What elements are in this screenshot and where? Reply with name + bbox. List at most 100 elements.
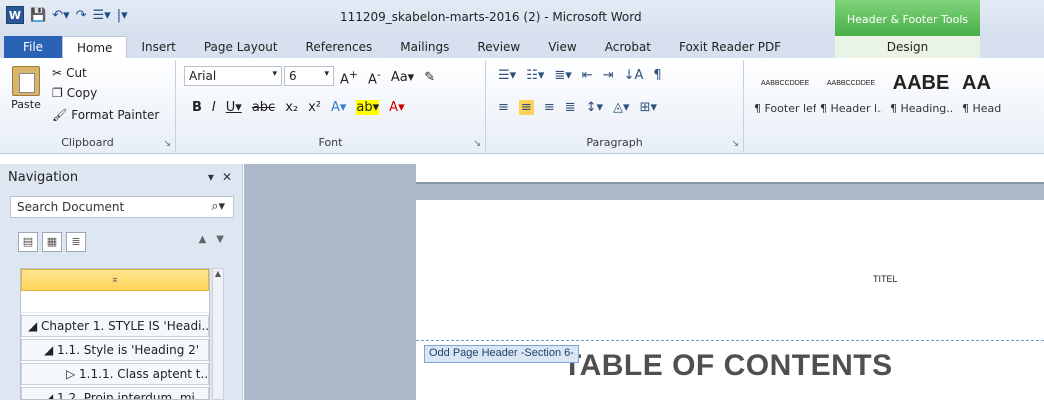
- decrease-indent-icon[interactable]: ⇤: [582, 68, 593, 83]
- superscript-icon[interactable]: x²: [308, 100, 321, 115]
- clear-format-icon[interactable]: ✎: [424, 70, 435, 85]
- redo-icon[interactable]: ↷: [76, 8, 87, 23]
- subscript-icon[interactable]: x₂: [285, 100, 298, 115]
- dialog-launcher-icon[interactable]: ↘: [163, 139, 171, 149]
- dialog-launcher-icon[interactable]: ↘: [473, 139, 481, 149]
- paste-label: Paste: [11, 98, 41, 111]
- grow-font-icon[interactable]: A+: [340, 68, 358, 87]
- increase-indent-icon[interactable]: ⇥: [603, 68, 614, 83]
- ribbon-tabs: File Home Insert Page Layout References …: [0, 36, 1044, 58]
- header-title-text[interactable]: TITEL: [873, 274, 898, 284]
- style-sample-text: AABBCCDDEE: [760, 79, 810, 87]
- format-painter-button[interactable]: 🖌 Format Painter: [52, 108, 159, 122]
- brush-icon: 🖌: [52, 108, 68, 122]
- nav-arrows: ▲ ▼: [199, 234, 224, 245]
- style-heading-2[interactable]: AA ¶ Head: [962, 64, 1044, 124]
- style-name: ¶ Heading...: [890, 102, 952, 115]
- tab-insert[interactable]: Insert: [127, 36, 189, 58]
- list-item[interactable]: ◢ 1.2. Proin interdum, mi...: [21, 387, 209, 399]
- italic-icon[interactable]: I: [212, 100, 216, 115]
- underline-icon[interactable]: U▾: [226, 100, 242, 115]
- list-item[interactable]: ▷ 1.1.1. Class aptent t...: [21, 363, 209, 385]
- undo-icon[interactable]: ↶▾: [52, 8, 69, 23]
- paste-button[interactable]: Paste: [6, 64, 46, 124]
- highlight-icon[interactable]: ab▾: [356, 100, 380, 115]
- tab-page-layout[interactable]: Page Layout: [190, 36, 292, 58]
- borders-icon[interactable]: ⊞▾: [640, 100, 657, 115]
- search-icon[interactable]: ⌕▾: [211, 199, 225, 214]
- style-sample-text: AA: [962, 71, 991, 94]
- align-right-icon[interactable]: ≡: [544, 100, 555, 115]
- style-heading[interactable]: AABE ¶ Heading...: [890, 64, 952, 124]
- previous-heading-icon[interactable]: ▲: [199, 234, 207, 245]
- next-heading-icon[interactable]: ▼: [216, 234, 224, 245]
- numbering-icon[interactable]: ☷▾: [526, 68, 544, 83]
- bold-icon[interactable]: B: [192, 100, 202, 115]
- toc-heading[interactable]: TABLE OF CONTENTS: [563, 349, 893, 383]
- navigation-title: Navigation: [8, 170, 79, 185]
- font-size-box[interactable]: 6 ▾: [284, 66, 334, 86]
- scroll-up-icon[interactable]: ▲: [213, 269, 223, 278]
- pilcrow-icon[interactable]: ¶: [653, 68, 661, 83]
- sort-icon[interactable]: ↓A: [624, 68, 644, 83]
- list-item[interactable]: ◢ Chapter 1. STYLE IS 'Headi...: [21, 315, 209, 337]
- navigation-pane: Navigation ▾ ✕ Search Document ⌕▾ ▤ ▦ ≣ …: [0, 164, 243, 400]
- customize-qat-icon[interactable]: |▾: [117, 8, 128, 23]
- search-placeholder: Search Document: [17, 200, 125, 214]
- cut-button[interactable]: ✂ Cut: [52, 66, 87, 80]
- style-sample: AABBCCDDEE: [820, 64, 882, 102]
- style-sample: AABE: [890, 64, 952, 102]
- change-case-icon[interactable]: Aa▾: [391, 70, 414, 85]
- font-name-box[interactable]: Arial ▾: [184, 66, 282, 86]
- collapse-all-icon[interactable]: ⌅: [21, 269, 209, 291]
- tab-references[interactable]: References: [292, 36, 387, 58]
- paragraph-group: ☰▾ ☷▾ ≣▾ ⇤ ⇥ ↓A ¶ ≡ ≡ ≡ ≣ ↕▾ ◬▾ ⊞▾ Parag…: [486, 60, 744, 152]
- tab-mailings[interactable]: Mailings: [386, 36, 463, 58]
- tab-home[interactable]: Home: [62, 36, 128, 58]
- font-color-icon[interactable]: A▾: [389, 100, 404, 115]
- nav-scrollbar[interactable]: ▲: [212, 268, 224, 400]
- style-name: ¶ Header l...: [820, 102, 882, 115]
- chevron-down-icon[interactable]: ▾: [208, 170, 214, 184]
- list-item[interactable]: ◢ 1.1. Style is 'Heading 2': [21, 339, 209, 361]
- align-center-icon[interactable]: ≡: [518, 100, 534, 115]
- tab-view[interactable]: View: [534, 36, 590, 58]
- copy-button[interactable]: ❐ Copy: [52, 86, 97, 100]
- font-format-row: B I U▾ abc x₂ x² A▾ ab▾ A▾: [192, 100, 405, 115]
- nav-view-tabs: ▤ ▦ ≣: [18, 232, 86, 252]
- multilevel-list-icon[interactable]: ≣▾: [554, 68, 571, 83]
- shrink-font-icon[interactable]: A-: [368, 68, 381, 87]
- tab-foxit[interactable]: Foxit Reader PDF: [665, 36, 795, 58]
- style-header-left[interactable]: AABBCCDDEE ¶ Header l...: [820, 64, 882, 124]
- save-icon[interactable]: 💾: [30, 8, 46, 23]
- list-icon[interactable]: ☰▾: [93, 8, 111, 23]
- results-view-icon[interactable]: ≣: [66, 232, 86, 252]
- document-page[interactable]: TITEL TABLE OF CONTENTS: [416, 200, 1044, 400]
- tab-file[interactable]: File: [4, 36, 62, 58]
- pages-view-icon[interactable]: ▦: [42, 232, 62, 252]
- font-size-value: 6: [289, 69, 297, 83]
- font-size-tools: A+ A- Aa▾ ✎: [340, 68, 435, 87]
- clipboard-icon: [12, 66, 40, 96]
- tab-acrobat[interactable]: Acrobat: [591, 36, 665, 58]
- copy-icon: ❐: [52, 86, 63, 100]
- line-spacing-icon[interactable]: ↕▾: [586, 100, 603, 115]
- bullets-icon[interactable]: ☰▾: [498, 68, 516, 83]
- shading-icon[interactable]: ◬▾: [613, 100, 630, 115]
- justify-icon[interactable]: ≣: [565, 100, 576, 115]
- text-effects-icon[interactable]: A▾: [331, 100, 346, 115]
- tab-design[interactable]: Design: [835, 36, 980, 58]
- list-tools-row: ☰▾ ☷▾ ≣▾ ⇤ ⇥ ↓A ¶: [498, 68, 662, 83]
- document-area: TITEL TABLE OF CONTENTS: [244, 164, 1044, 400]
- word-app-icon[interactable]: W: [6, 6, 24, 24]
- chevron-down-icon: ▾: [324, 69, 329, 79]
- style-footer-left[interactable]: AABBCCDDEE ¶ Footer left: [754, 64, 816, 124]
- previous-page-edge: [416, 164, 1044, 184]
- strikethrough-icon[interactable]: abc: [252, 100, 275, 115]
- align-left-icon[interactable]: ≡: [498, 100, 509, 115]
- search-input[interactable]: Search Document ⌕▾: [10, 196, 234, 218]
- dialog-launcher-icon[interactable]: ↘: [731, 139, 739, 149]
- close-icon[interactable]: ✕: [222, 170, 232, 184]
- tab-review[interactable]: Review: [463, 36, 534, 58]
- headings-view-icon[interactable]: ▤: [18, 232, 38, 252]
